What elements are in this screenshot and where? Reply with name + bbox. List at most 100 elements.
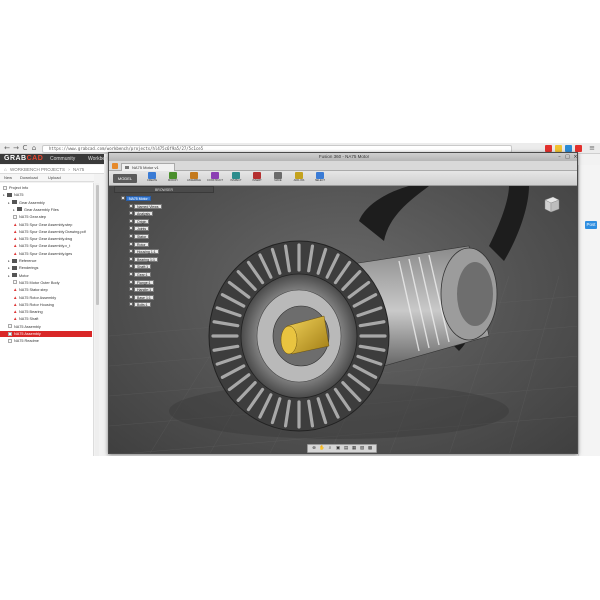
tree-item[interactable]: ▲ NA75 Stator.step — [0, 287, 92, 293]
tree-item[interactable]: ▲ NA75 Rotor Assembly — [0, 295, 92, 301]
forward-icon[interactable]: → — [12, 144, 20, 152]
visibility-toggle-icon[interactable] — [129, 249, 133, 254]
browser-node[interactable]: Analysis — [129, 211, 154, 217]
tree-item[interactable]: ▲ NA75 Spur Gear Assembly.iges — [0, 251, 92, 257]
nav-tool-icon[interactable]: ⊕ — [311, 446, 317, 452]
maximize-icon[interactable]: □ — [564, 154, 571, 160]
nav-tool-icon[interactable]: ▤ — [343, 446, 349, 452]
extension-icon[interactable] — [555, 145, 562, 152]
nav-tool-icon[interactable]: ▣ — [335, 446, 341, 452]
browser-node[interactable]: Handle:1 — [129, 287, 155, 293]
nav-tool-icon[interactable]: ⌕ — [327, 446, 333, 452]
nav-tool-icon[interactable]: ▧ — [359, 446, 365, 452]
home-icon[interactable]: ⌂ — [30, 144, 38, 152]
tree-item[interactable]: ▲ NA75 Rotor Housing — [0, 302, 92, 308]
tree-item[interactable]: ▸ Gear Assembly — [0, 200, 92, 206]
visibility-toggle-icon[interactable] — [121, 196, 125, 200]
ribbon-inspect[interactable]: INSPECT — [227, 172, 245, 185]
tree-item[interactable]: NA75 Gear.step — [0, 214, 92, 220]
ribbon-select[interactable]: SELECT — [311, 172, 329, 185]
tree-item[interactable]: NA75 Motor Outer Body — [0, 280, 92, 286]
browser-node[interactable]: Rotor — [129, 241, 149, 248]
ribbon-insert[interactable]: INSERT — [248, 172, 266, 185]
tree-item[interactable]: ▸ NA75 — [0, 192, 92, 198]
visibility-toggle-icon[interactable] — [129, 294, 133, 299]
visibility-toggle-icon[interactable] — [129, 203, 133, 208]
ribbon-assemble[interactable]: ASSEMBLE — [185, 172, 203, 185]
tree-item[interactable]: ▸ Gear Assembly Files — [0, 207, 92, 213]
scrollbar-thumb[interactable] — [95, 185, 99, 305]
tree-item[interactable]: ▸ Reference — [0, 258, 92, 264]
ribbon-modify[interactable]: MODIFY — [164, 172, 182, 185]
tree-item[interactable]: ▲ NA75 Bearing — [0, 309, 92, 315]
browser-node-label: Housing 1:1 — [134, 249, 159, 255]
browser-node[interactable]: Base 1:1 — [129, 294, 154, 301]
nav-tool-icon[interactable]: ▦ — [351, 446, 357, 452]
visibility-toggle-icon[interactable] — [129, 302, 133, 307]
grabcad-logo[interactable]: GRABCAD — [4, 155, 43, 163]
insert-icon — [253, 172, 261, 179]
browser-node[interactable]: Gear:1 — [129, 272, 151, 278]
breadcrumb-root[interactable]: WORKBENCH PROJECTS — [10, 167, 65, 172]
visibility-toggle-icon[interactable] — [129, 279, 133, 284]
browser-node[interactable]: Joints — [129, 226, 150, 232]
close-icon[interactable]: × — [572, 154, 577, 160]
browser-node[interactable]: Bolts:1 — [129, 302, 151, 308]
visibility-toggle-icon[interactable] — [129, 234, 133, 238]
visibility-toggle-icon[interactable] — [129, 211, 133, 216]
extension-icon[interactable] — [545, 145, 552, 152]
browser-node[interactable]: Stator — [129, 234, 150, 240]
tree-item[interactable]: NA75 Assembly — [0, 324, 92, 330]
workspace-switcher[interactable]: MODEL — [113, 174, 137, 183]
visibility-toggle-icon[interactable] — [129, 287, 133, 292]
ribbon-make[interactable]: MAKE — [269, 172, 287, 185]
visibility-toggle-icon[interactable] — [129, 241, 133, 246]
browser-node[interactable]: Housing 1:1 — [129, 249, 159, 255]
post-button[interactable]: Post — [585, 221, 597, 229]
minimize-icon[interactable]: – — [556, 154, 563, 160]
nav-tool-icon[interactable]: ✋ — [319, 446, 325, 452]
tree-item[interactable]: ▲ NA75 Spur Gear Assembly.step — [0, 222, 92, 228]
tree-item[interactable]: ▲ NA75 Spur Gear Assembly.x_t — [0, 243, 92, 249]
tree-item[interactable]: ▲ NA75 Shaft — [0, 316, 92, 322]
browser-node[interactable]: Flange:1 — [129, 279, 154, 286]
nav-community[interactable]: Community — [50, 155, 75, 163]
visibility-toggle-icon[interactable] — [129, 272, 133, 276]
tab-download[interactable]: Download — [20, 175, 38, 181]
extension-icon[interactable] — [565, 145, 572, 152]
extension-icon[interactable] — [575, 145, 582, 152]
browser-panel-header[interactable]: BROWSER — [114, 186, 214, 193]
viewcube-icon[interactable] — [541, 194, 561, 214]
browser-node[interactable]: NA75 Motor — [121, 196, 151, 202]
browser-node[interactable]: Origin — [129, 218, 150, 225]
browser-node[interactable]: Bearing 1:1 — [129, 256, 158, 263]
back-icon[interactable]: ← — [3, 144, 11, 152]
home-icon[interactable]: ⌂ — [4, 167, 7, 172]
visibility-toggle-icon[interactable] — [129, 264, 133, 269]
visibility-toggle-icon[interactable] — [129, 226, 133, 231]
ribbon-create[interactable]: CREATE — [143, 172, 161, 185]
tree-item[interactable]: NA75 Assembly — [0, 331, 92, 337]
browser-node[interactable]: Shaft:1 — [129, 264, 152, 270]
ribbon-add-ins[interactable]: ADD-INS — [290, 172, 308, 185]
tab-new[interactable]: New — [4, 175, 12, 181]
tree-item[interactable]: ▸ Renderings — [0, 265, 92, 271]
menu-icon[interactable]: ≡ — [588, 144, 596, 152]
tree-item[interactable]: ▲ NA75 Spur Gear Assembly Drawing.pdf — [0, 229, 92, 235]
reload-icon[interactable]: C — [21, 144, 29, 152]
tree-item[interactable]: ▸ Motor — [0, 273, 92, 279]
visibility-toggle-icon[interactable] — [129, 218, 133, 223]
tree-item[interactable]: Project Info — [0, 185, 92, 191]
document-tab[interactable]: NA75 Motor v1 — [121, 163, 175, 171]
tree-item[interactable]: NA75 Readme — [0, 338, 92, 344]
tab-upload[interactable]: Upload — [48, 175, 61, 181]
tree-item[interactable]: ▲ NA75 Spur Gear Assembly.dwg — [0, 236, 92, 242]
browser-node[interactable]: Named Views — [129, 203, 162, 210]
app-menu-icon[interactable] — [112, 163, 118, 169]
nav-tool-icon[interactable]: ▩ — [367, 446, 373, 452]
ribbon-construct[interactable]: CONSTRUCT — [206, 172, 224, 185]
breadcrumb-current[interactable]: NA75 — [73, 167, 84, 172]
3d-viewport[interactable]: BROWSER NA75 Motor Named Views Analysis Ori… — [109, 186, 577, 453]
tree-scrollbar[interactable] — [95, 183, 99, 456]
visibility-toggle-icon[interactable] — [129, 256, 133, 261]
